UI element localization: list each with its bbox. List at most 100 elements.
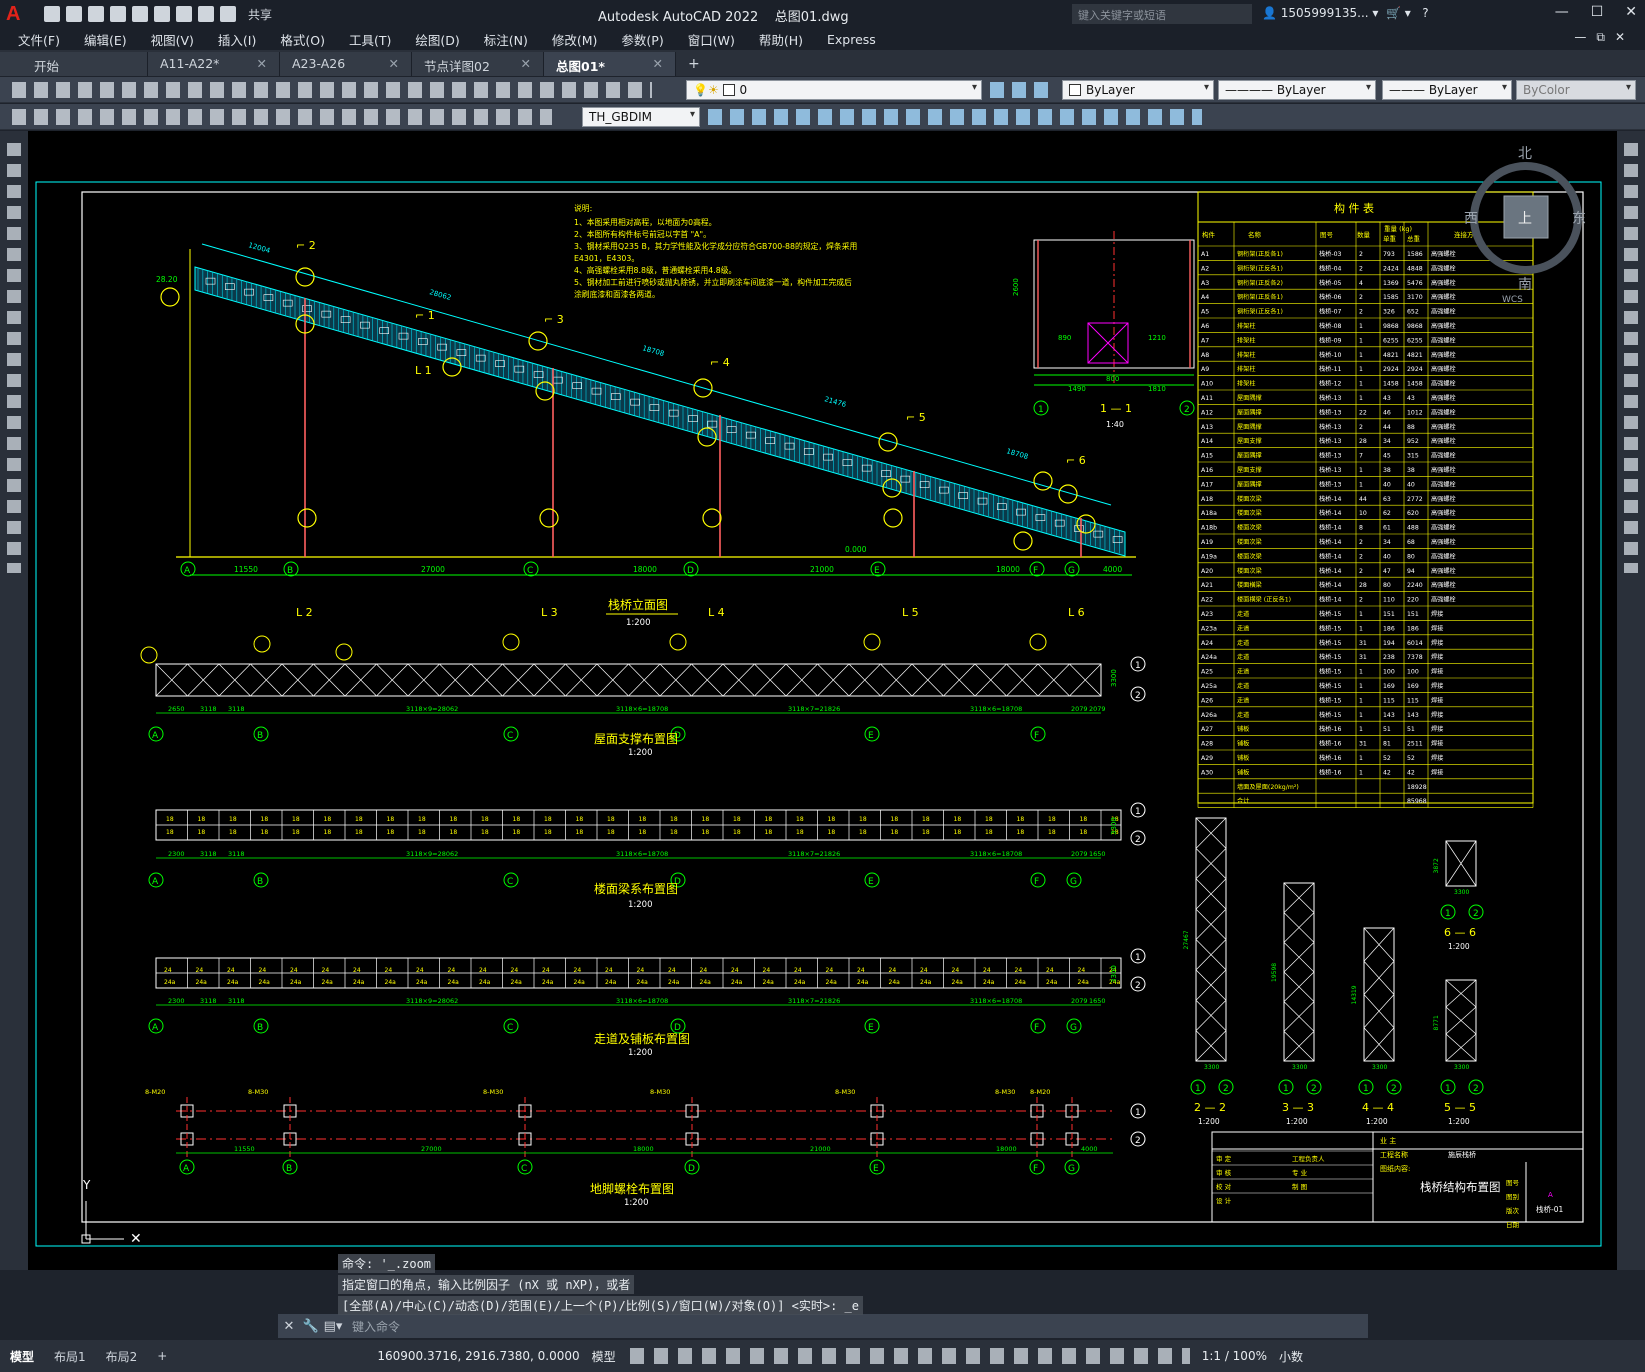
- open-file-icon[interactable]: [66, 6, 82, 22]
- table-cell: 1: [1359, 625, 1363, 632]
- tab-model[interactable]: 模型: [0, 1344, 44, 1369]
- svg-text:18: 18: [450, 829, 458, 836]
- close-icon[interactable]: ✕: [1625, 4, 1637, 20]
- close-tab-icon[interactable]: ✕: [653, 56, 663, 72]
- annotation-scale[interactable]: 1:1 / 100%: [1202, 1349, 1267, 1363]
- command-input[interactable]: 键入命令: [352, 1318, 400, 1335]
- menu-dimension[interactable]: 标注(N): [472, 30, 540, 49]
- save-icon[interactable]: [88, 6, 104, 22]
- table-cell: 焊接: [1431, 696, 1443, 704]
- section-title: 5 — 5: [1444, 1101, 1476, 1114]
- table-cell: A24a: [1201, 654, 1217, 661]
- table-cell: 10: [1359, 510, 1367, 517]
- dimension-toolbar-icons[interactable]: [12, 109, 552, 125]
- plotstyle-dropdown[interactable]: ByColor ▾: [1516, 80, 1636, 100]
- svg-text:上: 上: [1518, 211, 1532, 227]
- search-input[interactable]: 键入关键字或短语: [1072, 4, 1252, 24]
- wcs-menu[interactable]: WCS: [1502, 295, 1523, 305]
- svg-text:3300: 3300: [1454, 1064, 1469, 1071]
- coordinates-readout[interactable]: 160900.3716, 2916.7380, 0.0000: [377, 1349, 579, 1363]
- modify-toolbar-icons[interactable]: [708, 109, 1202, 125]
- table-cell: 80: [1383, 582, 1391, 589]
- svg-text:18: 18: [639, 829, 647, 836]
- color-dropdown[interactable]: ByLayer ▾: [1062, 80, 1214, 100]
- save-as-icon[interactable]: [110, 6, 126, 22]
- tab-a11-a22[interactable]: A11-A22* ✕: [148, 52, 280, 76]
- status-bar: 模型 布局1 布局2 + 160900.3716, 2916.7380, 0.0…: [0, 1340, 1645, 1372]
- menu-format[interactable]: 格式(O): [268, 30, 337, 49]
- command-history: 命令: '_.zoom 指定窗口的角点，输入比例因子 (nX 或 nXP)，或者…: [338, 1254, 1098, 1317]
- share-button[interactable]: 共享: [248, 6, 272, 23]
- document-window-controls[interactable]: —⧉✕: [1574, 30, 1635, 45]
- tab-layout2[interactable]: 布局2: [96, 1344, 148, 1369]
- svg-text:18: 18: [607, 829, 615, 836]
- web-save-icon[interactable]: [154, 6, 170, 22]
- tab-layout1[interactable]: 布局1: [44, 1344, 96, 1369]
- menu-window[interactable]: 窗口(W): [676, 30, 747, 49]
- table-cell: 52: [1383, 755, 1391, 762]
- draw-palette: [0, 131, 28, 1270]
- table-cell: A27: [1201, 726, 1213, 733]
- standard-toolbar-icons[interactable]: [12, 82, 652, 98]
- svg-text:18: 18: [198, 816, 206, 823]
- menu-file[interactable]: 文件(F): [6, 30, 72, 49]
- svg-text:24a: 24a: [196, 979, 208, 986]
- recent-commands-icon[interactable]: ▤▾: [322, 1319, 344, 1334]
- modify-tools-icons[interactable]: [1624, 143, 1638, 573]
- tab-a23-a26[interactable]: A23-A26 ✕: [280, 52, 412, 76]
- lineweight-dropdown[interactable]: ——— ByLayer ▾: [1382, 80, 1512, 100]
- new-tab-button[interactable]: +: [676, 52, 712, 76]
- plot-icon[interactable]: [176, 6, 192, 22]
- table-cell: A13: [1201, 424, 1213, 431]
- menu-help[interactable]: 帮助(H): [747, 30, 815, 49]
- table-cell: 屋面支撑: [1237, 437, 1262, 445]
- drafting-aids-icons[interactable]: [629, 1348, 1190, 1364]
- tab-general-drawing-01[interactable]: 总图01* ✕: [544, 52, 676, 76]
- model-space-button[interactable]: 模型: [592, 1348, 616, 1365]
- menu-tools[interactable]: 工具(T): [337, 30, 403, 49]
- drawing-canvas[interactable]: 11550 27000 18000 21000 18000 4000 28062…: [28, 131, 1617, 1270]
- svg-text:18: 18: [387, 829, 395, 836]
- menu-bar: 文件(F) 编辑(E) 视图(V) 插入(I) 格式(O) 工具(T) 绘图(D…: [0, 28, 1645, 50]
- table-cell: 栈桥-04: [1319, 264, 1342, 272]
- menu-express[interactable]: Express: [815, 32, 888, 47]
- minimize-icon[interactable]: —: [1555, 4, 1569, 20]
- close-tab-icon[interactable]: ✕: [257, 56, 267, 72]
- svg-text:18: 18: [828, 816, 836, 823]
- menu-insert[interactable]: 插入(I): [206, 30, 268, 49]
- add-layout-button[interactable]: +: [147, 1345, 177, 1367]
- menu-view[interactable]: 视图(V): [139, 30, 206, 49]
- table-cell: 排架柱: [1237, 351, 1256, 359]
- dimstyle-dropdown[interactable]: TH_GBDIM ▾: [582, 107, 700, 127]
- svg-text:2: 2: [1135, 1136, 1141, 1146]
- layer-dropdown[interactable]: 💡☀ 0 ▾: [686, 80, 982, 100]
- tab-node-detail-02[interactable]: 节点详图02 ✕: [412, 52, 544, 76]
- undo-icon[interactable]: [198, 6, 214, 22]
- close-tab-icon[interactable]: ✕: [389, 56, 399, 72]
- menu-draw[interactable]: 绘图(D): [403, 30, 471, 49]
- table-cell: 屋面支撑: [1237, 466, 1262, 474]
- linetype-dropdown[interactable]: ———— ByLayer ▾: [1218, 80, 1376, 100]
- draw-tools-icons[interactable]: [7, 143, 21, 573]
- layer-tools-icons[interactable]: [990, 82, 1056, 98]
- new-file-icon[interactable]: [44, 6, 60, 22]
- close-commandline-icon[interactable]: ✕: [278, 1319, 300, 1334]
- table-cell: 4: [1359, 280, 1363, 287]
- autocad-logo-icon[interactable]: A: [6, 2, 30, 26]
- close-tab-icon[interactable]: ✕: [521, 56, 531, 72]
- table-cell: 高强螺栓: [1431, 596, 1456, 604]
- menu-edit[interactable]: 编辑(E): [72, 30, 139, 49]
- table-cell: 1012: [1407, 409, 1423, 416]
- menu-modify[interactable]: 修改(M): [540, 30, 610, 49]
- redo-icon[interactable]: [220, 6, 236, 22]
- tab-start[interactable]: 开始: [0, 52, 148, 76]
- table-cell: A24: [1201, 640, 1213, 647]
- svg-text:24a: 24a: [1015, 979, 1027, 986]
- menu-parametric[interactable]: 参数(P): [609, 30, 675, 49]
- units-display[interactable]: 小数: [1279, 1348, 1303, 1365]
- web-open-icon[interactable]: [132, 6, 148, 22]
- maximize-icon[interactable]: ☐: [1591, 4, 1604, 20]
- svg-text:L 6: L 6: [1068, 606, 1085, 619]
- user-account[interactable]: 👤 1505999135... ▾ 🛒 ▾ ?: [1262, 6, 1429, 20]
- customize-icon[interactable]: 🔧: [300, 1319, 322, 1334]
